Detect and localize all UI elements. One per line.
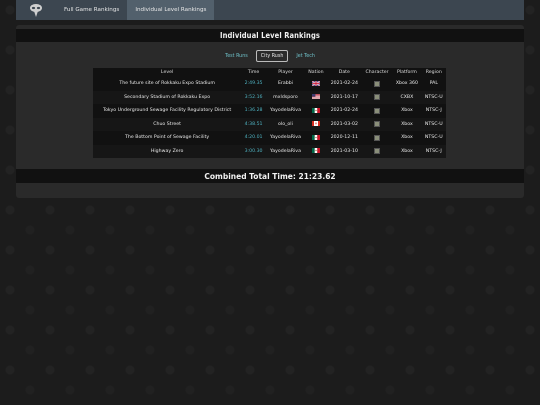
level-cell[interactable]: The Bottom Point of Sewage Facility bbox=[93, 131, 241, 145]
category-filters: Test Runs City Rush Jet Tech bbox=[16, 50, 524, 62]
platform-cell: Xbox 360 bbox=[395, 81, 418, 87]
character-cell bbox=[362, 91, 392, 105]
region-cell: NTSC-J bbox=[425, 108, 442, 114]
sonic-character-icon bbox=[374, 80, 381, 87]
knuckles-character-icon bbox=[374, 94, 381, 100]
rankings-table: Level Time Player Nation Date Character … bbox=[93, 68, 446, 158]
table-header-row: Level Time Player Nation Date Character … bbox=[93, 68, 446, 77]
filter-city-rush-button[interactable]: City Rush bbox=[255, 50, 289, 62]
rankings-panel: Individual Level Rankings Test Runs City… bbox=[16, 25, 524, 198]
column-header-platform[interactable]: Platform bbox=[392, 68, 422, 77]
table-row: The Bottom Point of Sewage Facility 4:20.… bbox=[93, 131, 446, 145]
top-navigation: Full Game Rankings Individual Level Rank… bbox=[16, 0, 524, 20]
player-link[interactable]: YayodelaRiva bbox=[266, 104, 305, 118]
platform-cell: Xbox bbox=[401, 148, 413, 154]
table-row: Secondary Stadium of Rokkaku Expo 3:52.16… bbox=[93, 90, 446, 105]
filter-test-runs-button[interactable]: Test Runs bbox=[220, 50, 253, 62]
ca-flag-icon bbox=[311, 121, 320, 127]
uk-flag-icon bbox=[311, 80, 321, 87]
nation-cell bbox=[305, 77, 327, 91]
character-cell bbox=[362, 145, 392, 159]
character-cell bbox=[362, 104, 392, 118]
date-cell: 2021-03-02 bbox=[330, 121, 358, 127]
knuckles-character-icon bbox=[374, 121, 381, 127]
table-row: Chuo Street 4:38.51 olo_oli 2021-03-02 Xbox N… bbox=[93, 117, 446, 132]
player-link[interactable]: mxldsporo bbox=[266, 91, 305, 105]
column-header-region[interactable]: Region bbox=[421, 68, 446, 77]
platform-cell: Xbox bbox=[401, 135, 413, 141]
knuckles-character-icon bbox=[374, 148, 381, 154]
date-cell: 2020-12-11 bbox=[330, 135, 358, 141]
date-cell: 2021-02-24 bbox=[330, 81, 358, 87]
column-header-date[interactable]: Date bbox=[326, 68, 362, 77]
platform-cell: CXBX bbox=[400, 94, 414, 100]
nation-cell bbox=[305, 118, 327, 132]
column-header-nation[interactable]: Nation bbox=[305, 68, 327, 77]
player-link[interactable]: YayodelaRiva bbox=[266, 131, 305, 145]
character-cell bbox=[362, 131, 392, 145]
region-cell: PAL bbox=[429, 81, 438, 87]
level-cell[interactable]: Chuo Street bbox=[93, 118, 241, 132]
table-row: Highway Zero 3:00.30 YayodelaRiva 2021-03-1… bbox=[93, 144, 446, 159]
level-cell[interactable]: The future site of Rokkaku Expo Stadium bbox=[93, 77, 241, 91]
player-link[interactable]: YayodelaRiva bbox=[266, 145, 305, 159]
mx-flag-icon bbox=[311, 148, 320, 154]
alien-logo-icon[interactable] bbox=[16, 0, 56, 20]
column-header-player[interactable]: Player bbox=[265, 68, 306, 77]
region-cell: NTSC-U bbox=[424, 121, 443, 127]
tab-full-game-rankings[interactable]: Full Game Rankings bbox=[56, 0, 127, 20]
character-cell bbox=[362, 77, 392, 91]
combined-total-time: Combined Total Time: 21:23.62 bbox=[16, 169, 524, 183]
table-row: Tokyo Underground Sewage Facility Regula… bbox=[93, 104, 446, 118]
date-cell: 2021-03-10 bbox=[330, 148, 358, 154]
nation-cell bbox=[305, 91, 327, 105]
nation-cell bbox=[305, 131, 327, 145]
mx-flag-icon bbox=[311, 107, 320, 113]
mx-flag-icon bbox=[311, 134, 320, 140]
nation-cell bbox=[305, 145, 327, 159]
platform-cell: Xbox bbox=[401, 121, 413, 127]
column-header-character[interactable]: Character bbox=[361, 68, 393, 77]
time-link[interactable]: 1:36.28 bbox=[241, 104, 266, 118]
time-link[interactable]: 3:52.16 bbox=[241, 91, 266, 105]
character-cell bbox=[362, 118, 392, 132]
column-header-level[interactable]: Level bbox=[93, 68, 242, 77]
player-link[interactable]: olo_oli bbox=[266, 118, 305, 132]
time-link[interactable]: 3:00.30 bbox=[241, 145, 266, 159]
region-cell: NTSC-J bbox=[425, 148, 442, 154]
filter-jet-tech-button[interactable]: Jet Tech bbox=[291, 50, 320, 62]
knuckles-character-icon bbox=[374, 134, 381, 141]
nation-cell bbox=[305, 104, 327, 118]
level-cell[interactable]: Secondary Stadium of Rokkaku Expo bbox=[93, 91, 241, 105]
platform-cell: Xbox bbox=[401, 108, 413, 114]
tab-individual-level-rankings[interactable]: Individual Level Rankings bbox=[127, 0, 215, 20]
level-cell[interactable]: Highway Zero bbox=[93, 145, 241, 159]
page-title: Individual Level Rankings bbox=[16, 29, 524, 42]
column-header-time[interactable]: Time bbox=[241, 68, 266, 77]
date-cell: 2021-02-24 bbox=[330, 108, 358, 114]
level-cell[interactable]: Tokyo Underground Sewage Facility Regula… bbox=[93, 104, 241, 118]
time-link[interactable]: 4:20.01 bbox=[241, 131, 266, 145]
knuckles-character-icon bbox=[374, 107, 381, 114]
time-link[interactable]: 2:49.35 bbox=[241, 77, 266, 91]
date-cell: 2021-10-17 bbox=[330, 94, 358, 100]
time-link[interactable]: 4:38.51 bbox=[241, 118, 266, 132]
table-row: The future site of Rokkaku Expo Stadium 2… bbox=[93, 77, 446, 91]
region-cell: NTSC-U bbox=[424, 135, 443, 141]
player-link[interactable]: Erabbi bbox=[266, 77, 305, 91]
region-cell: NTSC-U bbox=[424, 94, 443, 100]
us-flag-icon bbox=[311, 94, 320, 100]
